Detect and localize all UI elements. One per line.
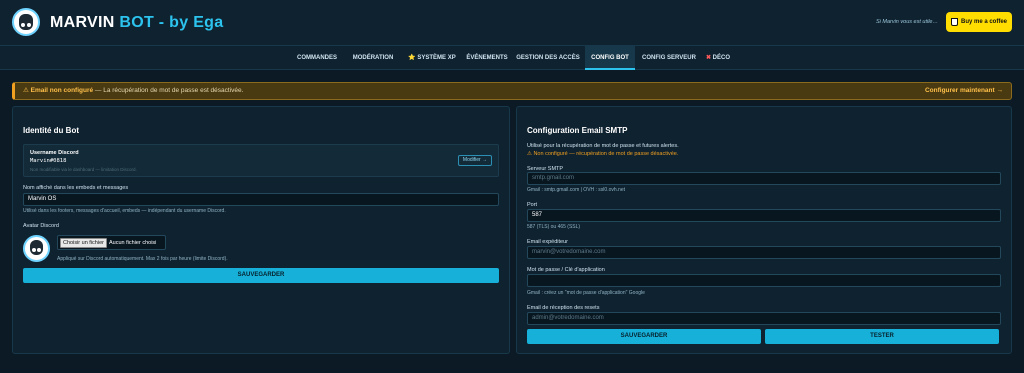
username-box: Username Discord Marvin#0818 Non modifia… bbox=[23, 144, 499, 177]
tab-moderation[interactable]: MODÉRATION bbox=[348, 46, 398, 70]
smtp-server-hint: Gmail : smtp.gmail.com | OVH : ssl0.ovh.… bbox=[527, 187, 625, 193]
save-identity-button[interactable]: SAUVEGARDER bbox=[23, 268, 499, 283]
test-smtp-button[interactable]: TESTER bbox=[765, 329, 999, 344]
bot-avatar bbox=[23, 235, 50, 262]
tab-config-bot[interactable]: CONFIG BOT bbox=[585, 46, 635, 70]
avatar-hint: Appliqué sur Discord automatiquement. Ma… bbox=[57, 256, 228, 262]
display-name-label: Nom affiché dans les embeds et messages bbox=[23, 185, 129, 191]
brand-accent: BOT bbox=[119, 14, 155, 31]
reset-email-label: Email de réception des resets bbox=[527, 305, 600, 311]
tab-deco-label: DÉCO bbox=[712, 55, 731, 61]
smtp-status: ⚠ Non configuré — récupération de mot de… bbox=[527, 151, 679, 157]
avatar-file-input[interactable]: Choisir un fichier Aucun fichier choisi bbox=[57, 235, 166, 250]
email-warning-banner: ⚠ Email non configuré — La récupération … bbox=[12, 82, 1012, 100]
tab-evenements[interactable]: ÉVÉNEMENTS bbox=[465, 46, 509, 70]
smtp-title: Configuration Email SMTP bbox=[527, 126, 628, 135]
main-nav: COMMANDES MODÉRATION ⭐ SYSTÈME XP ÉVÉNEM… bbox=[0, 46, 1024, 70]
coffee-cup-icon bbox=[950, 18, 958, 26]
warning-title: Email non configuré bbox=[30, 87, 94, 94]
port-hint: 587 (TLS) ou 465 (SSL) bbox=[527, 224, 581, 230]
username-label: Username Discord bbox=[30, 150, 79, 156]
password-hint: Gmail : créez un "mot de passe d'applica… bbox=[527, 290, 645, 296]
tab-commandes[interactable]: COMMANDES bbox=[292, 46, 342, 70]
password-input[interactable] bbox=[527, 274, 1001, 287]
display-name-field[interactable]: Marvin OS bbox=[23, 193, 499, 206]
smtp-description: Utilisé pour la récupération de mot de p… bbox=[527, 143, 679, 149]
configure-now-link[interactable]: Configurer maintenant → bbox=[925, 83, 1003, 99]
tab-config-serveur[interactable]: CONFIG SERVEUR bbox=[640, 46, 698, 70]
warning-icon: ⚠ bbox=[23, 87, 29, 94]
display-name-hint: Utilisé dans les footers, messages d'acc… bbox=[23, 208, 226, 214]
username-hint: Non modifiable via le dashboard — limita… bbox=[30, 167, 137, 172]
tab-systeme-xp[interactable]: ⭐ SYSTÈME XP bbox=[404, 46, 460, 70]
username-value: Marvin#0818 bbox=[30, 158, 67, 164]
support-text: Si Marvin vous est utile… bbox=[875, 19, 938, 25]
brand-suffix: - by Ega bbox=[154, 14, 224, 31]
port-label: Port bbox=[527, 202, 538, 208]
coffee-label: Buy me a coffee bbox=[960, 19, 1008, 25]
identity-title: Identité du Bot bbox=[23, 126, 79, 135]
buy-me-a-coffee-button[interactable]: Buy me a coffee bbox=[946, 12, 1012, 32]
tab-deco[interactable]: ✖ DÉCO bbox=[703, 46, 733, 70]
warning-message: — La récupération de mot de passe est dé… bbox=[93, 87, 244, 94]
modify-username-button[interactable]: Modifier → bbox=[458, 155, 492, 166]
port-input[interactable]: 587 bbox=[527, 209, 1001, 222]
avatar-label: Avatar Discord bbox=[23, 223, 59, 229]
reset-email-input[interactable]: admin@votredomaine.com bbox=[527, 312, 1001, 325]
smtp-server-input[interactable]: smtp.gmail.com bbox=[527, 172, 1001, 185]
brand-main: MARVIN bbox=[50, 14, 120, 31]
robot-avatar-icon bbox=[12, 8, 40, 36]
choose-file-button[interactable]: Choisir un fichier bbox=[60, 238, 107, 248]
sender-email-label: Email expéditeur bbox=[527, 239, 568, 245]
save-smtp-button[interactable]: SAUVEGARDER bbox=[527, 329, 761, 344]
top-bar: MARVIN BOT - by Ega Si Marvin vous est u… bbox=[0, 0, 1024, 46]
file-status: Aucun fichier choisi bbox=[109, 240, 157, 246]
close-icon: ✖ bbox=[705, 55, 711, 61]
tab-gestion-des-acces[interactable]: GESTION DES ACCÈS bbox=[516, 46, 580, 70]
app-title: MARVIN BOT - by Ega bbox=[50, 14, 223, 32]
sender-email-input[interactable]: marvin@votredomaine.com bbox=[527, 246, 1001, 259]
password-label: Mot de passe / Clé d'application bbox=[527, 267, 605, 273]
